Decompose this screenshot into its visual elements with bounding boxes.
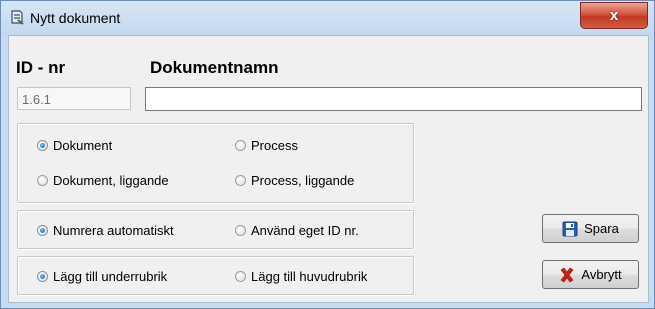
radio-dokument-liggande[interactable]: Dokument, liggande (37, 173, 169, 188)
radio-label: Process, liggande (251, 173, 355, 188)
radio-unselected-icon (235, 175, 246, 186)
radio-unselected-icon (37, 175, 48, 186)
close-button[interactable]: x (580, 2, 648, 29)
radio-unselected-icon (235, 271, 246, 282)
cancel-button-label: Avbrytt (581, 267, 622, 282)
radio-label: Lägg till huvudrubrik (251, 269, 368, 284)
radio-process[interactable]: Process (235, 138, 298, 153)
id-header-label: ID - nr (16, 58, 66, 77)
cancel-button[interactable]: Avbrytt (542, 260, 639, 289)
dialog-client-area: ID - nr Dokumentnamn 1.6.1 Dokument Proc… (8, 35, 649, 303)
radio-selected-icon (37, 271, 48, 282)
radio-unselected-icon (235, 140, 246, 151)
document-name-field-frame[interactable] (145, 87, 642, 111)
document-name-input[interactable] (146, 88, 641, 110)
radio-anvand-eget-id[interactable]: Använd eget ID nr. (235, 223, 359, 238)
radio-selected-icon (37, 140, 48, 151)
radio-label: Lägg till underrubrik (53, 269, 168, 284)
numbering-group: Numrera automatiskt Använd eget ID nr. (17, 210, 414, 249)
radio-label: Dokument (53, 138, 113, 153)
radio-process-liggande[interactable]: Process, liggande (235, 173, 354, 188)
radio-underrubrik[interactable]: Lägg till underrubrik (37, 269, 167, 284)
document-app-icon (11, 10, 24, 25)
dialog-window: Nytt dokument x ID - nr Dokumentnamn 1.6… (0, 0, 655, 309)
save-button-label: Spara (584, 221, 619, 236)
radio-huvudrubrik[interactable]: Lägg till huvudrubrik (235, 269, 367, 284)
window-title: Nytt dokument (30, 10, 121, 26)
radio-numrera-automatiskt[interactable]: Numrera automatiskt (37, 223, 174, 238)
heading-group: Lägg till underrubrik Lägg till huvudrub… (17, 256, 414, 295)
radio-unselected-icon (235, 225, 246, 236)
radio-label: Dokument, liggande (53, 173, 169, 188)
radio-selected-icon (37, 225, 48, 236)
radio-label: Använd eget ID nr. (251, 223, 359, 238)
floppy-disk-icon (562, 221, 578, 237)
name-header-label: Dokumentnamn (150, 58, 279, 77)
radio-label: Numrera automatiskt (53, 223, 174, 238)
title-bar[interactable]: Nytt dokument x (1, 1, 654, 35)
save-button[interactable]: Spara (542, 214, 639, 243)
close-icon: x (609, 7, 619, 24)
red-x-icon (559, 267, 575, 283)
radio-label: Process (251, 138, 298, 153)
id-field: 1.6.1 (17, 87, 131, 110)
document-type-group: Dokument Process Dokument, liggande Proc… (17, 123, 414, 203)
radio-dokument[interactable]: Dokument (37, 138, 112, 153)
